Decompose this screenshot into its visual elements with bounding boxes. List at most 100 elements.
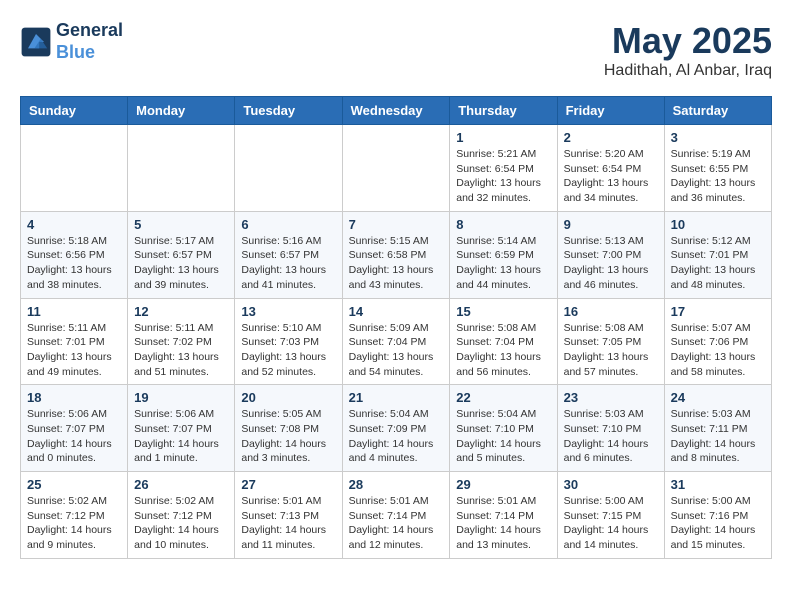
- day-header-tuesday: Tuesday: [235, 97, 342, 125]
- day-number: 30: [564, 477, 658, 492]
- day-info: Sunrise: 5:02 AM Sunset: 7:12 PM Dayligh…: [134, 494, 228, 553]
- day-info: Sunrise: 5:01 AM Sunset: 7:14 PM Dayligh…: [456, 494, 550, 553]
- day-number: 20: [241, 390, 335, 405]
- day-info: Sunrise: 5:07 AM Sunset: 7:06 PM Dayligh…: [671, 321, 765, 380]
- calendar-cell: 19 Sunrise: 5:06 AM Sunset: 7:07 PM Dayli…: [128, 385, 235, 472]
- day-number: 16: [564, 304, 658, 319]
- calendar-cell: 21Sunrise: 5:04 AM Sunset: 7:09 PM Dayli…: [342, 385, 450, 472]
- calendar-cell: 14 Sunrise: 5:09 AM Sunset: 7:04 PM Dayli…: [342, 298, 450, 385]
- day-info: Sunrise: 5:00 AM Sunset: 7:15 PM Dayligh…: [564, 494, 658, 553]
- logo: General Blue: [20, 20, 123, 63]
- day-info: Sunrise: 5:03 AM Sunset: 7:10 PM Dayligh…: [564, 407, 658, 466]
- day-header-wednesday: Wednesday: [342, 97, 450, 125]
- day-header-saturday: Saturday: [664, 97, 771, 125]
- calendar-cell: 22Sunrise: 5:04 AM Sunset: 7:10 PM Dayli…: [450, 385, 557, 472]
- day-number: 24: [671, 390, 765, 405]
- calendar-cell: 7 Sunrise: 5:15 AM Sunset: 6:58 PM Daylig…: [342, 211, 450, 298]
- calendar-cell: 28 Sunrise: 5:01 AM Sunset: 7:14 PM Dayli…: [342, 472, 450, 559]
- calendar-week-row: 1 Sunrise: 5:21 AM Sunset: 6:54 PM Daylig…: [21, 125, 772, 212]
- day-number: 29: [456, 477, 550, 492]
- day-number: 1: [456, 130, 550, 145]
- day-info: Sunrise: 5:02 AM Sunset: 7:12 PM Dayligh…: [27, 494, 121, 553]
- title-block: May 2025 Hadithah, Al Anbar, Iraq: [604, 20, 772, 80]
- calendar-cell: 27 Sunrise: 5:01 AM Sunset: 7:13 PM Dayli…: [235, 472, 342, 559]
- day-info: Sunrise: 5:09 AM Sunset: 7:04 PM Dayligh…: [349, 321, 444, 380]
- calendar-cell: 23 Sunrise: 5:03 AM Sunset: 7:10 PM Dayli…: [557, 385, 664, 472]
- day-number: 15: [456, 304, 550, 319]
- calendar-cell: 10Sunrise: 5:12 AM Sunset: 7:01 PM Dayli…: [664, 211, 771, 298]
- day-info: Sunrise: 5:01 AM Sunset: 7:13 PM Dayligh…: [241, 494, 335, 553]
- day-info: Sunrise: 5:03 AM Sunset: 7:11 PM Dayligh…: [671, 407, 765, 466]
- day-header-thursday: Thursday: [450, 97, 557, 125]
- calendar-cell: 29 Sunrise: 5:01 AM Sunset: 7:14 PM Dayli…: [450, 472, 557, 559]
- day-info: Sunrise: 5:11 AM Sunset: 7:02 PM Dayligh…: [134, 321, 228, 380]
- day-number: 3: [671, 130, 765, 145]
- day-info: Sunrise: 5:04 AM Sunset: 7:10 PM Dayligh…: [456, 407, 550, 466]
- day-number: 14: [349, 304, 444, 319]
- calendar-cell: 12 Sunrise: 5:11 AM Sunset: 7:02 PM Dayli…: [128, 298, 235, 385]
- day-info: Sunrise: 5:01 AM Sunset: 7:14 PM Dayligh…: [349, 494, 444, 553]
- calendar-cell: [342, 125, 450, 212]
- calendar-cell: 15 Sunrise: 5:08 AM Sunset: 7:04 PM Dayli…: [450, 298, 557, 385]
- calendar-cell: [128, 125, 235, 212]
- calendar-cell: 25Sunrise: 5:02 AM Sunset: 7:12 PM Dayli…: [21, 472, 128, 559]
- day-info: Sunrise: 5:12 AM Sunset: 7:01 PM Dayligh…: [671, 234, 765, 293]
- calendar-cell: 17 Sunrise: 5:07 AM Sunset: 7:06 PM Dayli…: [664, 298, 771, 385]
- calendar-cell: 11Sunrise: 5:11 AM Sunset: 7:01 PM Dayli…: [21, 298, 128, 385]
- day-info: Sunrise: 5:06 AM Sunset: 7:07 PM Dayligh…: [27, 407, 121, 466]
- calendar-cell: 6 Sunrise: 5:16 AM Sunset: 6:57 PM Daylig…: [235, 211, 342, 298]
- month-title: May 2025: [604, 20, 772, 62]
- location-subtitle: Hadithah, Al Anbar, Iraq: [604, 62, 772, 80]
- day-header-friday: Friday: [557, 97, 664, 125]
- day-number: 6: [241, 217, 335, 232]
- calendar-cell: 26 Sunrise: 5:02 AM Sunset: 7:12 PM Dayli…: [128, 472, 235, 559]
- calendar-cell: [235, 125, 342, 212]
- day-info: Sunrise: 5:06 AM Sunset: 7:07 PM Dayligh…: [134, 407, 228, 466]
- day-number: 26: [134, 477, 228, 492]
- calendar-cell: 5 Sunrise: 5:17 AM Sunset: 6:57 PM Daylig…: [128, 211, 235, 298]
- day-info: Sunrise: 5:18 AM Sunset: 6:56 PM Dayligh…: [27, 234, 121, 293]
- calendar-cell: 4Sunrise: 5:18 AM Sunset: 6:56 PM Daylig…: [21, 211, 128, 298]
- day-info: Sunrise: 5:08 AM Sunset: 7:04 PM Dayligh…: [456, 321, 550, 380]
- day-info: Sunrise: 5:20 AM Sunset: 6:54 PM Dayligh…: [564, 147, 658, 206]
- day-number: 28: [349, 477, 444, 492]
- day-header-monday: Monday: [128, 97, 235, 125]
- calendar-table: SundayMondayTuesdayWednesdayThursdayFrid…: [20, 96, 772, 559]
- calendar-header-row: SundayMondayTuesdayWednesdayThursdayFrid…: [21, 97, 772, 125]
- calendar-cell: 18Sunrise: 5:06 AM Sunset: 7:07 PM Dayli…: [21, 385, 128, 472]
- day-number: 5: [134, 217, 228, 232]
- calendar-cell: 2 Sunrise: 5:20 AM Sunset: 6:54 PM Daylig…: [557, 125, 664, 212]
- logo-text: General Blue: [56, 20, 123, 63]
- calendar-week-row: 4Sunrise: 5:18 AM Sunset: 6:56 PM Daylig…: [21, 211, 772, 298]
- day-info: Sunrise: 5:17 AM Sunset: 6:57 PM Dayligh…: [134, 234, 228, 293]
- day-number: 13: [241, 304, 335, 319]
- calendar-week-row: 11Sunrise: 5:11 AM Sunset: 7:01 PM Dayli…: [21, 298, 772, 385]
- day-number: 12: [134, 304, 228, 319]
- calendar-cell: 20Sunrise: 5:05 AM Sunset: 7:08 PM Dayli…: [235, 385, 342, 472]
- day-number: 11: [27, 304, 121, 319]
- day-number: 23: [564, 390, 658, 405]
- day-info: Sunrise: 5:00 AM Sunset: 7:16 PM Dayligh…: [671, 494, 765, 553]
- day-info: Sunrise: 5:16 AM Sunset: 6:57 PM Dayligh…: [241, 234, 335, 293]
- day-number: 2: [564, 130, 658, 145]
- page-header: General Blue May 2025 Hadithah, Al Anbar…: [20, 20, 772, 80]
- calendar-cell: 30 Sunrise: 5:00 AM Sunset: 7:15 PM Dayli…: [557, 472, 664, 559]
- day-info: Sunrise: 5:19 AM Sunset: 6:55 PM Dayligh…: [671, 147, 765, 206]
- day-info: Sunrise: 5:13 AM Sunset: 7:00 PM Dayligh…: [564, 234, 658, 293]
- day-number: 17: [671, 304, 765, 319]
- day-info: Sunrise: 5:08 AM Sunset: 7:05 PM Dayligh…: [564, 321, 658, 380]
- day-header-sunday: Sunday: [21, 97, 128, 125]
- day-number: 19: [134, 390, 228, 405]
- calendar-week-row: 18Sunrise: 5:06 AM Sunset: 7:07 PM Dayli…: [21, 385, 772, 472]
- day-number: 31: [671, 477, 765, 492]
- day-info: Sunrise: 5:15 AM Sunset: 6:58 PM Dayligh…: [349, 234, 444, 293]
- calendar-cell: 3 Sunrise: 5:19 AM Sunset: 6:55 PM Daylig…: [664, 125, 771, 212]
- day-number: 7: [349, 217, 444, 232]
- logo-icon: [20, 26, 52, 58]
- calendar-cell: 24 Sunrise: 5:03 AM Sunset: 7:11 PM Dayli…: [664, 385, 771, 472]
- day-info: Sunrise: 5:21 AM Sunset: 6:54 PM Dayligh…: [456, 147, 550, 206]
- day-number: 9: [564, 217, 658, 232]
- day-info: Sunrise: 5:10 AM Sunset: 7:03 PM Dayligh…: [241, 321, 335, 380]
- calendar-cell: 13 Sunrise: 5:10 AM Sunset: 7:03 PM Dayli…: [235, 298, 342, 385]
- day-number: 27: [241, 477, 335, 492]
